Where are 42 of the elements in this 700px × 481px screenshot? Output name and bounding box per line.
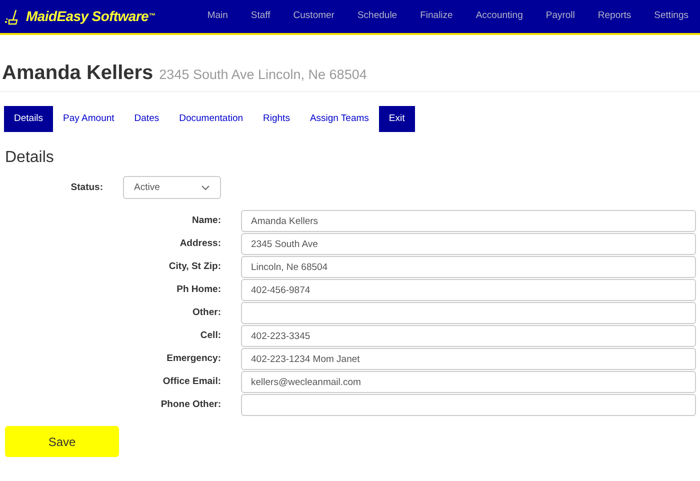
- status-select[interactable]: Active: [123, 176, 221, 200]
- exit-button[interactable]: Exit: [378, 106, 415, 132]
- nav-link[interactable]: Customer: [282, 9, 346, 24]
- field-label: Status:: [70, 180, 103, 195]
- nav-link[interactable]: Settings: [642, 9, 700, 24]
- nav-link[interactable]: Staff: [239, 9, 282, 24]
- brand-logo[interactable]: MaidEasy Software$^{™}$: [26, 6, 156, 27]
- nav-link[interactable]: Reports: [586, 9, 643, 24]
- tab[interactable]: Rights: [253, 106, 300, 132]
- field-label: Address:: [178, 237, 221, 252]
- input-field[interactable]: 2345 South Ave: [241, 233, 696, 256]
- field-label: Name:: [190, 214, 221, 228]
- chevron-icon: [201, 184, 210, 191]
- field-label: Other:: [192, 306, 221, 320]
- field-label: Ph Home:: [176, 283, 221, 298]
- input-field[interactable]: kellers@wecleanmail.com: [241, 371, 696, 394]
- tab[interactable]: Assign Teams: [300, 106, 379, 132]
- save-button[interactable]: Save: [5, 426, 119, 458]
- field-label: City, St Zip:: [168, 260, 221, 274]
- section-title: Details: [5, 148, 55, 168]
- tab[interactable]: Pay Amount: [53, 106, 124, 132]
- input-field[interactable]: [241, 302, 696, 324]
- nav-link[interactable]: Main: [196, 9, 240, 24]
- input-field[interactable]: Lincoln, Ne 68504: [241, 256, 696, 278]
- tab[interactable]: Documentation: [169, 106, 254, 132]
- nav-link[interactable]: Finalize: [408, 9, 464, 24]
- input-field[interactable]: [241, 394, 696, 416]
- field-label: Office Email:: [162, 375, 221, 390]
- employee-name: Amanda Kellers: [2, 61, 154, 85]
- nav-link[interactable]: Schedule: [346, 9, 409, 24]
- tab[interactable]: Details: [4, 106, 54, 132]
- field-label: Emergency:: [166, 352, 221, 366]
- input-field[interactable]: 402-223-3345: [241, 325, 696, 348]
- tab[interactable]: Dates: [124, 106, 170, 132]
- input-field[interactable]: 402-223-1234 Mom Janet: [241, 348, 696, 370]
- input-field[interactable]: Amanda Kellers: [241, 210, 696, 232]
- field-label: Cell:: [199, 329, 221, 344]
- employee-address: 2345 South Ave Lincoln, Ne 68504: [159, 66, 367, 84]
- nav-link[interactable]: Payroll: [534, 9, 586, 24]
- field-label: Phone Other:: [160, 398, 221, 412]
- input-field[interactable]: 402-456-9874: [241, 279, 696, 302]
- nav-link[interactable]: Accounting: [464, 9, 534, 24]
